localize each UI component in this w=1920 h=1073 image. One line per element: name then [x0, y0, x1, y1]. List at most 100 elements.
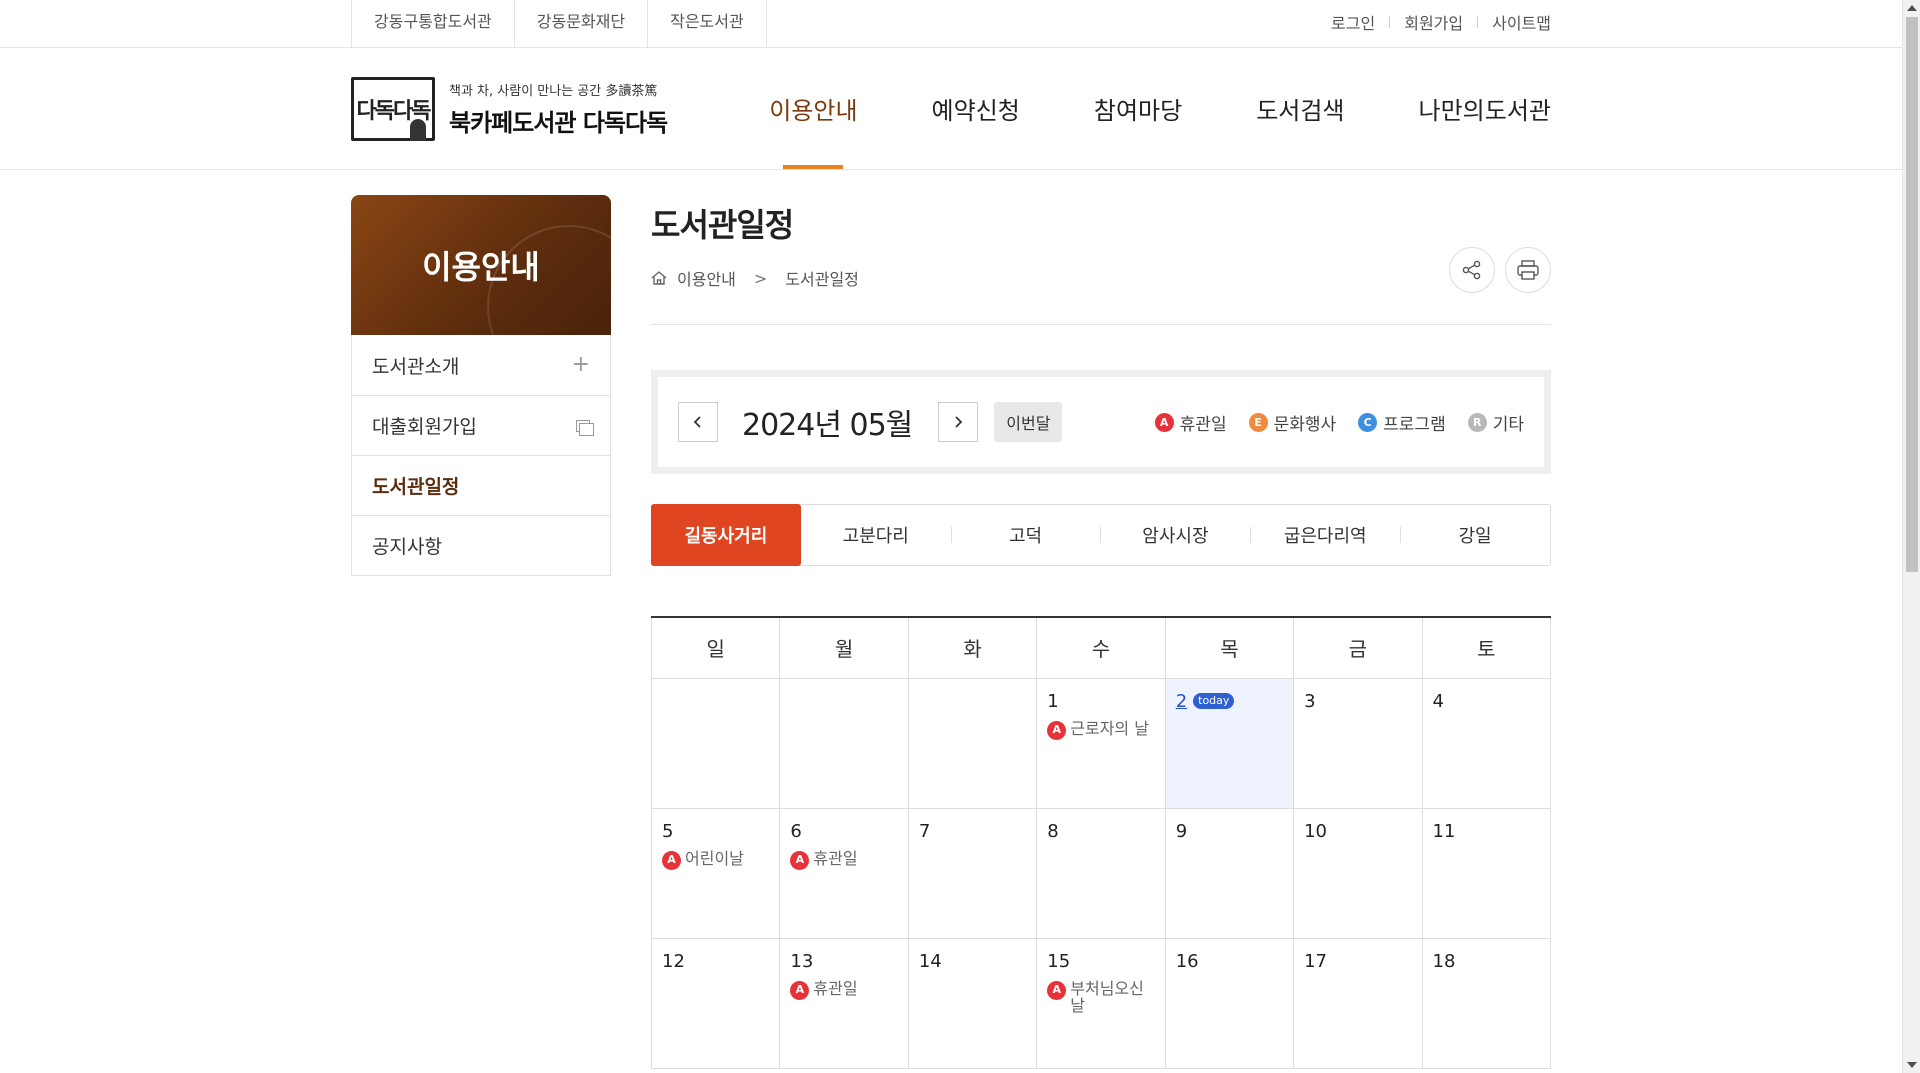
calendar-week-row: 12 13 A 휴관일 14 15 A 부처님오신날 16 17 18: [650, 937, 1552, 1069]
event-legend: A 휴관일 E 문화행사 C 프로그램 R 기타: [1154, 410, 1524, 435]
family-link-small-library[interactable]: 작은도서관: [648, 0, 767, 48]
nav-usage-guide[interactable]: 이용안내: [732, 48, 894, 169]
day-number: 11: [1433, 821, 1540, 842]
day-number-text: 5: [662, 820, 674, 842]
page-scrollbar[interactable]: [1902, 0, 1920, 1073]
this-month-button[interactable]: 이번달: [994, 402, 1063, 442]
calendar-day-cell[interactable]: 12: [650, 937, 781, 1069]
day-number: 18: [1433, 951, 1540, 972]
breadcrumb-item[interactable]: 도서관일정: [785, 266, 859, 290]
nav-reservation[interactable]: 예약신청: [895, 48, 1057, 169]
calendar-day-cell[interactable]: 8: [1036, 807, 1166, 939]
page-actions: [1449, 247, 1551, 293]
next-month-button[interactable]: [938, 402, 979, 442]
side-menu-item-member-signup[interactable]: 대출회원가입: [352, 395, 610, 455]
side-menu-item-library-intro[interactable]: 도서관소개 +: [352, 335, 610, 395]
login-link[interactable]: 로그인: [1331, 10, 1375, 34]
calendar-day-cell[interactable]: 5 A 어린이날: [650, 807, 781, 939]
family-link-cultural-foundation[interactable]: 강동문화재단: [515, 0, 649, 48]
day-number: 8: [1047, 821, 1154, 842]
scroll-down-arrow-icon[interactable]: [1907, 1062, 1917, 1068]
calendar-day-cell[interactable]: 6 A 휴관일: [779, 807, 909, 939]
calendar-event[interactable]: A 근로자의 날: [1047, 719, 1154, 740]
legend-closed: A 휴관일: [1154, 410, 1227, 435]
side-menu-item-library-schedule[interactable]: 도서관일정: [352, 455, 610, 515]
nav-participation[interactable]: 참여마당: [1057, 48, 1219, 169]
legend-etc: R 기타: [1467, 410, 1524, 435]
day-number: 16: [1176, 951, 1283, 972]
new-window-icon: [576, 419, 594, 436]
calendar-day-cell[interactable]: 14: [907, 937, 1038, 1069]
day-number-text: 13: [790, 950, 814, 972]
weekday-header: 목: [1164, 618, 1295, 679]
calendar-day-cell[interactable]: 10: [1293, 807, 1423, 939]
calendar-event[interactable]: A 부처님오신날: [1047, 979, 1154, 1015]
tab-godeok[interactable]: 고덕: [950, 505, 1101, 565]
weekday-header: 토: [1421, 618, 1552, 679]
tab-gobundari[interactable]: 고분다리: [801, 505, 951, 565]
day-number-text: 3: [1304, 690, 1316, 712]
tab-gubeundari-station[interactable]: 굽은다리역: [1250, 505, 1400, 565]
nav-my-library[interactable]: 나만의도서관: [1382, 48, 1551, 169]
day-number: 10: [1304, 821, 1411, 842]
closed-badge-icon: A: [662, 850, 681, 870]
calendar-day-cell[interactable]: 15 A 부처님오신날: [1036, 937, 1166, 1069]
day-number-text: 10: [1304, 820, 1328, 842]
logo-tagline: 책과 차, 사람이 만나는 공간 多讀茶篤: [449, 83, 658, 99]
day-number-text[interactable]: 2: [1176, 691, 1187, 712]
home-icon[interactable]: [651, 271, 667, 285]
site-logo[interactable]: 다독다독 책과 차, 사람이 만나는 공간 多讀茶篤 북카페도서관 다독다독: [351, 76, 668, 141]
breadcrumb-item[interactable]: 이용안내: [677, 266, 736, 290]
share-button[interactable]: [1449, 247, 1495, 293]
day-number-text: 11: [1432, 820, 1456, 842]
day-number-text: 17: [1304, 950, 1328, 972]
family-site-bar: 강동구통합도서관 강동문화재단 작은도서관 로그인 회원가입 사이트맵: [0, 0, 1902, 48]
print-button[interactable]: [1505, 247, 1551, 293]
day-number-text: 6: [790, 820, 802, 842]
signup-link[interactable]: 회원가입: [1404, 10, 1463, 34]
tab-gildong-sageori[interactable]: 길동사거리: [651, 504, 801, 566]
event-title: 휴관일: [813, 978, 858, 998]
day-number-text: 8: [1047, 820, 1059, 842]
calendar-day-cell: [779, 677, 909, 809]
calendar-day-cell[interactable]: 13 A 휴관일: [779, 937, 909, 1069]
day-number-text: 14: [918, 950, 942, 972]
sitemap-link[interactable]: 사이트맵: [1492, 10, 1551, 34]
side-menu-title: 이용안내: [351, 195, 611, 335]
prev-month-button[interactable]: [678, 402, 718, 442]
event-title: 어린이날: [685, 848, 744, 868]
legend-program: C 프로그램: [1358, 410, 1446, 435]
etc-badge-icon: R: [1467, 412, 1487, 432]
weekday-header: 수: [1036, 618, 1166, 679]
day-number: 9: [1176, 821, 1283, 842]
calendar-day-cell[interactable]: 2 today: [1164, 677, 1295, 809]
calendar-day-cell[interactable]: 4: [1421, 677, 1552, 809]
calendar-day-cell[interactable]: 1 A 근로자의 날: [1036, 677, 1166, 809]
calendar-day-cell[interactable]: 7: [907, 807, 1038, 939]
calendar-day-cell[interactable]: 17: [1293, 937, 1423, 1069]
calendar-day-cell[interactable]: 3: [1293, 677, 1423, 809]
plus-icon: +: [571, 352, 590, 377]
day-number-text: 16: [1175, 950, 1199, 972]
closed-badge-icon: A: [1047, 980, 1067, 1000]
calendar-week-row: 1 A 근로자의 날 2 today 3 4: [650, 677, 1552, 809]
tab-amsa-market[interactable]: 암사시장: [1100, 505, 1250, 565]
chevron-right-icon: [955, 416, 963, 428]
calendar-day-cell[interactable]: 16: [1164, 937, 1295, 1069]
calendar-day-cell[interactable]: 11: [1421, 807, 1552, 939]
day-number-text: 15: [1047, 950, 1071, 972]
weekday-header: 월: [779, 618, 909, 679]
closed-badge-icon: A: [790, 980, 810, 1000]
calendar-event[interactable]: A 휴관일: [790, 978, 897, 1000]
side-menu-item-notices[interactable]: 공지사항: [352, 515, 610, 575]
calendar-day-cell[interactable]: 18: [1421, 937, 1552, 1069]
scrollbar-thumb[interactable]: [1906, 17, 1918, 572]
calendar-event[interactable]: A 어린이날: [662, 848, 769, 870]
tab-gangil[interactable]: 강일: [1400, 505, 1550, 565]
family-link-integrated-library[interactable]: 강동구통합도서관: [352, 0, 515, 48]
nav-book-search[interactable]: 도서검색: [1219, 48, 1381, 169]
day-number: 17: [1304, 951, 1411, 972]
calendar-day-cell[interactable]: 9: [1164, 807, 1295, 939]
scroll-up-arrow-icon[interactable]: [1907, 5, 1917, 11]
calendar-event[interactable]: A 휴관일: [790, 849, 897, 870]
